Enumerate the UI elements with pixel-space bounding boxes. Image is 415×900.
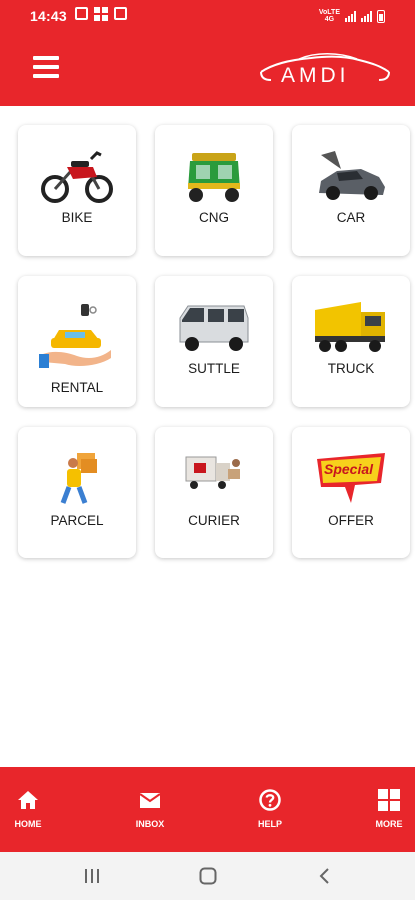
parcel-icon (37, 449, 117, 509)
app-header: AMDI (0, 32, 415, 106)
nav-label: HELP (257, 819, 282, 829)
back-icon[interactable] (315, 866, 335, 886)
status-right: VoLTE 4G (319, 9, 385, 23)
service-label: RENTAL (50, 380, 104, 395)
nav-home[interactable]: HOME (0, 767, 68, 852)
service-label: PARCEL (50, 513, 104, 528)
courier-icon (174, 449, 254, 509)
status-time: 14:43 (30, 8, 67, 24)
menu-bar (33, 65, 59, 69)
notification-icons (74, 6, 127, 26)
rental-icon (37, 302, 117, 368)
nav-label: INBOX (135, 819, 165, 829)
signal-icon (345, 10, 356, 22)
service-tile-bike[interactable]: BIKE (18, 125, 136, 256)
service-tile-cng[interactable]: CNG (155, 125, 273, 256)
status-bar: 14:43 VoLTE 4G (0, 0, 415, 32)
network-type-top: VoLTE (318, 9, 340, 16)
battery-icon (377, 9, 385, 23)
menu-button[interactable] (33, 56, 59, 78)
service-tile-truck[interactable]: TRUCK (292, 276, 410, 407)
logo-text: AMDI (281, 64, 350, 87)
menu-bar (33, 74, 59, 78)
mail-icon (139, 789, 161, 811)
bottom-nav: HOME INBOX HELP MORE (0, 767, 415, 852)
nav-label: HOME (14, 819, 42, 829)
offer-icon: Special (311, 449, 391, 509)
app-screen: 14:43 VoLTE 4G AMDI BIKE CNG CAR RENTAL … (0, 0, 415, 900)
network-type-bottom: 4G (324, 16, 335, 23)
message-notification-icon (113, 6, 127, 20)
truck-icon (311, 298, 391, 358)
service-tile-suttle[interactable]: SUTTLE (155, 276, 273, 407)
offer-badge-text: Special (324, 461, 374, 477)
system-nav-bar (0, 852, 415, 900)
service-label: CNG (199, 210, 229, 225)
nav-more[interactable]: MORE (349, 767, 415, 852)
nav-inbox[interactable]: INBOX (110, 767, 190, 852)
car-icon (311, 147, 391, 207)
home-icon (17, 789, 39, 811)
service-tile-parcel[interactable]: PARCEL (18, 427, 136, 558)
nav-label: MORE (375, 819, 403, 829)
shuttle-van-icon (174, 298, 254, 358)
service-label: CAR (336, 210, 366, 225)
apps-notification-icon (93, 6, 108, 26)
menu-bar (33, 56, 59, 60)
grid-icon (378, 789, 400, 811)
service-label: SUTTLE (188, 361, 240, 376)
cng-rickshaw-icon (174, 147, 254, 207)
gallery-notification-icon (74, 6, 88, 20)
service-label: BIKE (61, 210, 93, 225)
service-tile-rental[interactable]: RENTAL (18, 276, 136, 407)
signal-2-icon (361, 10, 372, 22)
amdi-logo: AMDI (259, 50, 391, 90)
recents-icon[interactable] (82, 866, 102, 886)
service-tile-offer[interactable]: Special OFFER (292, 427, 410, 558)
nav-help[interactable]: HELP (230, 767, 310, 852)
service-tile-car[interactable]: CAR (292, 125, 410, 256)
service-label: TRUCK (327, 361, 375, 376)
service-label: OFFER (328, 513, 374, 528)
service-tile-curier[interactable]: CURIER (155, 427, 273, 558)
service-label: CURIER (188, 513, 240, 528)
bike-icon (37, 147, 117, 207)
home-circle-icon[interactable] (198, 866, 218, 886)
help-icon (259, 789, 281, 811)
network-indicator: VoLTE 4G (319, 9, 340, 23)
